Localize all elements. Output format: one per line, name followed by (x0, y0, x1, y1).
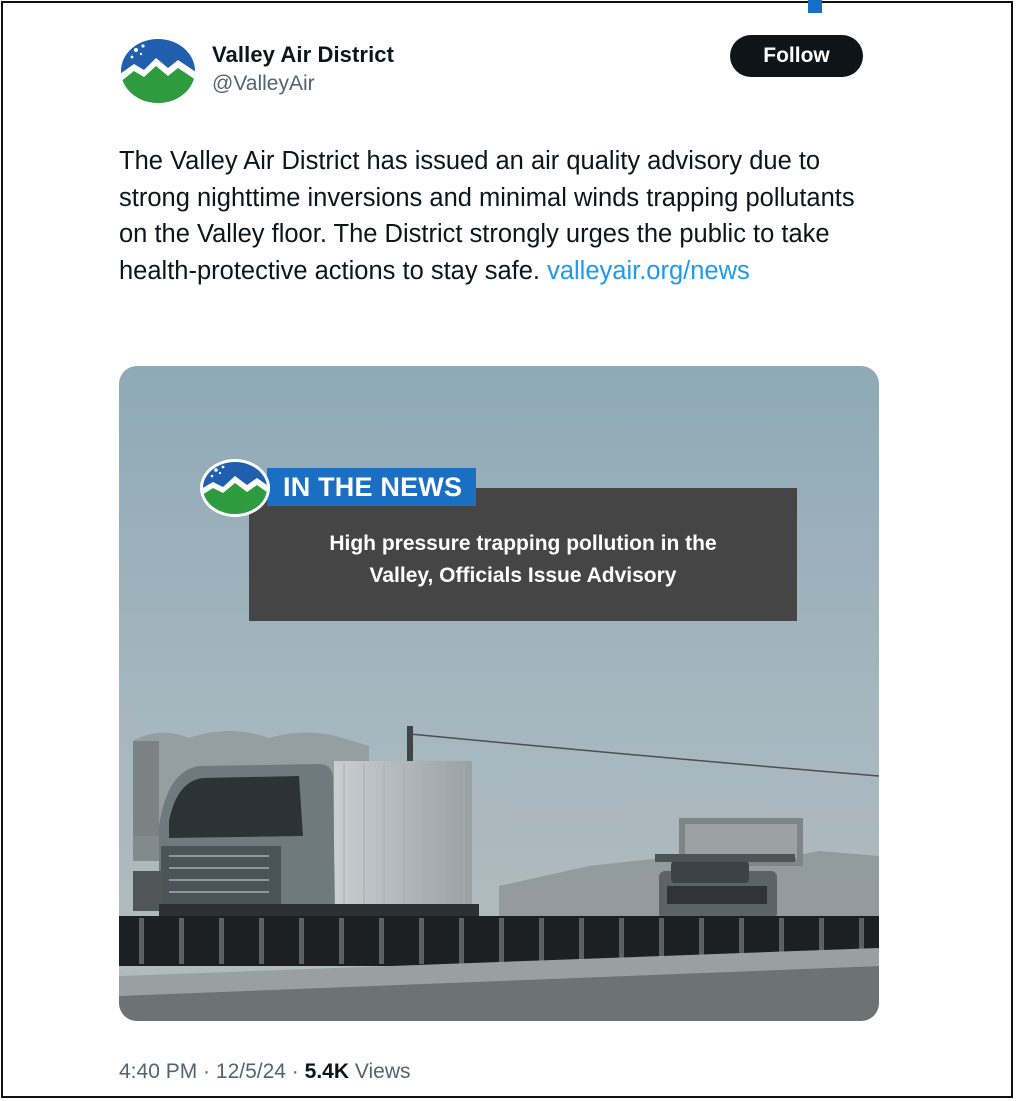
follow-button[interactable]: Follow (730, 35, 863, 77)
headline-text: High pressure trapping pollution in the … (249, 528, 797, 592)
headline-box: High pressure trapping pollution in the … (249, 488, 797, 621)
tweet-text: The Valley Air District has issued an ai… (119, 143, 889, 289)
valley-air-logo-icon (200, 459, 270, 517)
avatar[interactable] (120, 38, 196, 104)
meta-separator: · (197, 1060, 216, 1083)
tweet-meta: 4:40 PM · 12/5/24 · 5.4K Views (119, 1060, 410, 1084)
tweet-date[interactable]: 12/5/24 (216, 1060, 286, 1083)
tweet-media-image[interactable]: High pressure trapping pollution in the … (119, 366, 879, 1021)
display-name[interactable]: Valley Air District (212, 42, 394, 68)
views-label: Views (354, 1060, 411, 1083)
valley-air-logo-icon (121, 39, 195, 103)
selection-marker (808, 0, 822, 13)
tweet-time[interactable]: 4:40 PM (119, 1060, 197, 1083)
account-handle[interactable]: @ValleyAir (212, 72, 315, 96)
headline-line-2: Valley, Officials Issue Advisory (369, 564, 677, 587)
headline-line-1: High pressure trapping pollution in the (329, 532, 717, 555)
in-the-news-label: IN THE NEWS (267, 468, 477, 506)
meta-separator: · (285, 1060, 305, 1083)
views-count: 5.4K (304, 1060, 349, 1083)
tweet-link[interactable]: valleyair.org/news (547, 257, 750, 285)
news-logo-badge (199, 458, 271, 518)
